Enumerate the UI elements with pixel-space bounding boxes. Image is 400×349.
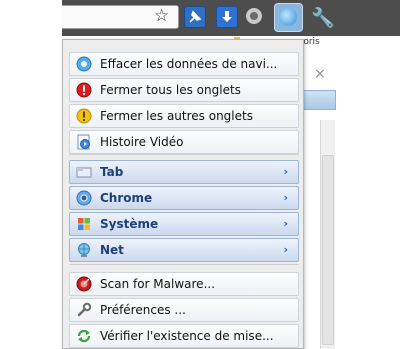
bookmark-star-icon[interactable]: ☆ (154, 5, 169, 27)
close-icon[interactable]: × (314, 66, 326, 82)
extension-pin-icon[interactable] (184, 6, 206, 28)
menu-item-check-updates[interactable]: Vérifier l'existence de mise... (69, 324, 299, 348)
chevron-right-icon: › (283, 217, 288, 230)
menu-item-close-all-tabs[interactable]: Fermer tous les onglets (69, 78, 299, 102)
submenu-label: Net (100, 243, 124, 257)
chevron-right-icon: › (283, 191, 288, 204)
update-icon (76, 328, 92, 344)
menu-separator (69, 264, 299, 265)
warning-icon (76, 108, 92, 124)
submenu-label: Tab (100, 165, 124, 179)
menu-item-close-other-tabs[interactable]: Fermer les autres onglets (69, 104, 299, 128)
extension-dropdown-menu: Effacer les données de navi... Fermer to… (62, 39, 304, 349)
extension-download-icon[interactable] (216, 6, 238, 28)
menu-item-label: Préférences ... (100, 303, 186, 317)
video-history-icon (76, 134, 92, 150)
malware-scan-icon (76, 276, 92, 292)
clear-data-icon (76, 56, 92, 72)
windows-icon (76, 216, 92, 232)
extension-active-icon[interactable] (274, 3, 303, 32)
menu-item-label: Vérifier l'existence de mise... (100, 329, 274, 343)
submenu-chrome[interactable]: Chrome › (69, 186, 299, 210)
menu-item-scan-malware[interactable]: Scan for Malware... (69, 272, 299, 296)
menu-item-preferences[interactable]: Préférences ... (69, 298, 299, 322)
tab-icon (76, 164, 92, 180)
menu-item-video-history[interactable]: Histoire Vidéo (69, 130, 299, 154)
menu-item-label: Histoire Vidéo (100, 135, 184, 149)
menu-separator (69, 154, 299, 155)
wrench-menu-icon[interactable]: 🔧 (311, 6, 335, 29)
submenu-label: Chrome (100, 191, 153, 205)
chevron-right-icon: › (283, 243, 288, 256)
network-icon (76, 242, 92, 258)
stop-icon (76, 82, 92, 98)
menu-item-label: Scan for Malware... (100, 277, 216, 291)
extension-ring-icon[interactable] (246, 8, 262, 24)
scrollbar-thumb[interactable] (322, 155, 334, 345)
wrench-icon (76, 302, 92, 318)
menu-item-label: Effacer les données de navi... (100, 57, 278, 71)
page-header-bar (300, 90, 336, 110)
chrome-icon (76, 190, 92, 206)
submenu-tab[interactable]: Tab › (69, 160, 299, 184)
submenu-net[interactable]: Net › (69, 238, 299, 262)
submenu-label: Système (100, 217, 159, 231)
submenu-system[interactable]: Système › (69, 212, 299, 236)
menu-item-label: Fermer tous les onglets (100, 83, 241, 97)
chevron-right-icon: › (283, 165, 288, 178)
menu-item-clear-data[interactable]: Effacer les données de navi... (69, 52, 299, 76)
menu-item-label: Fermer les autres onglets (100, 109, 253, 123)
